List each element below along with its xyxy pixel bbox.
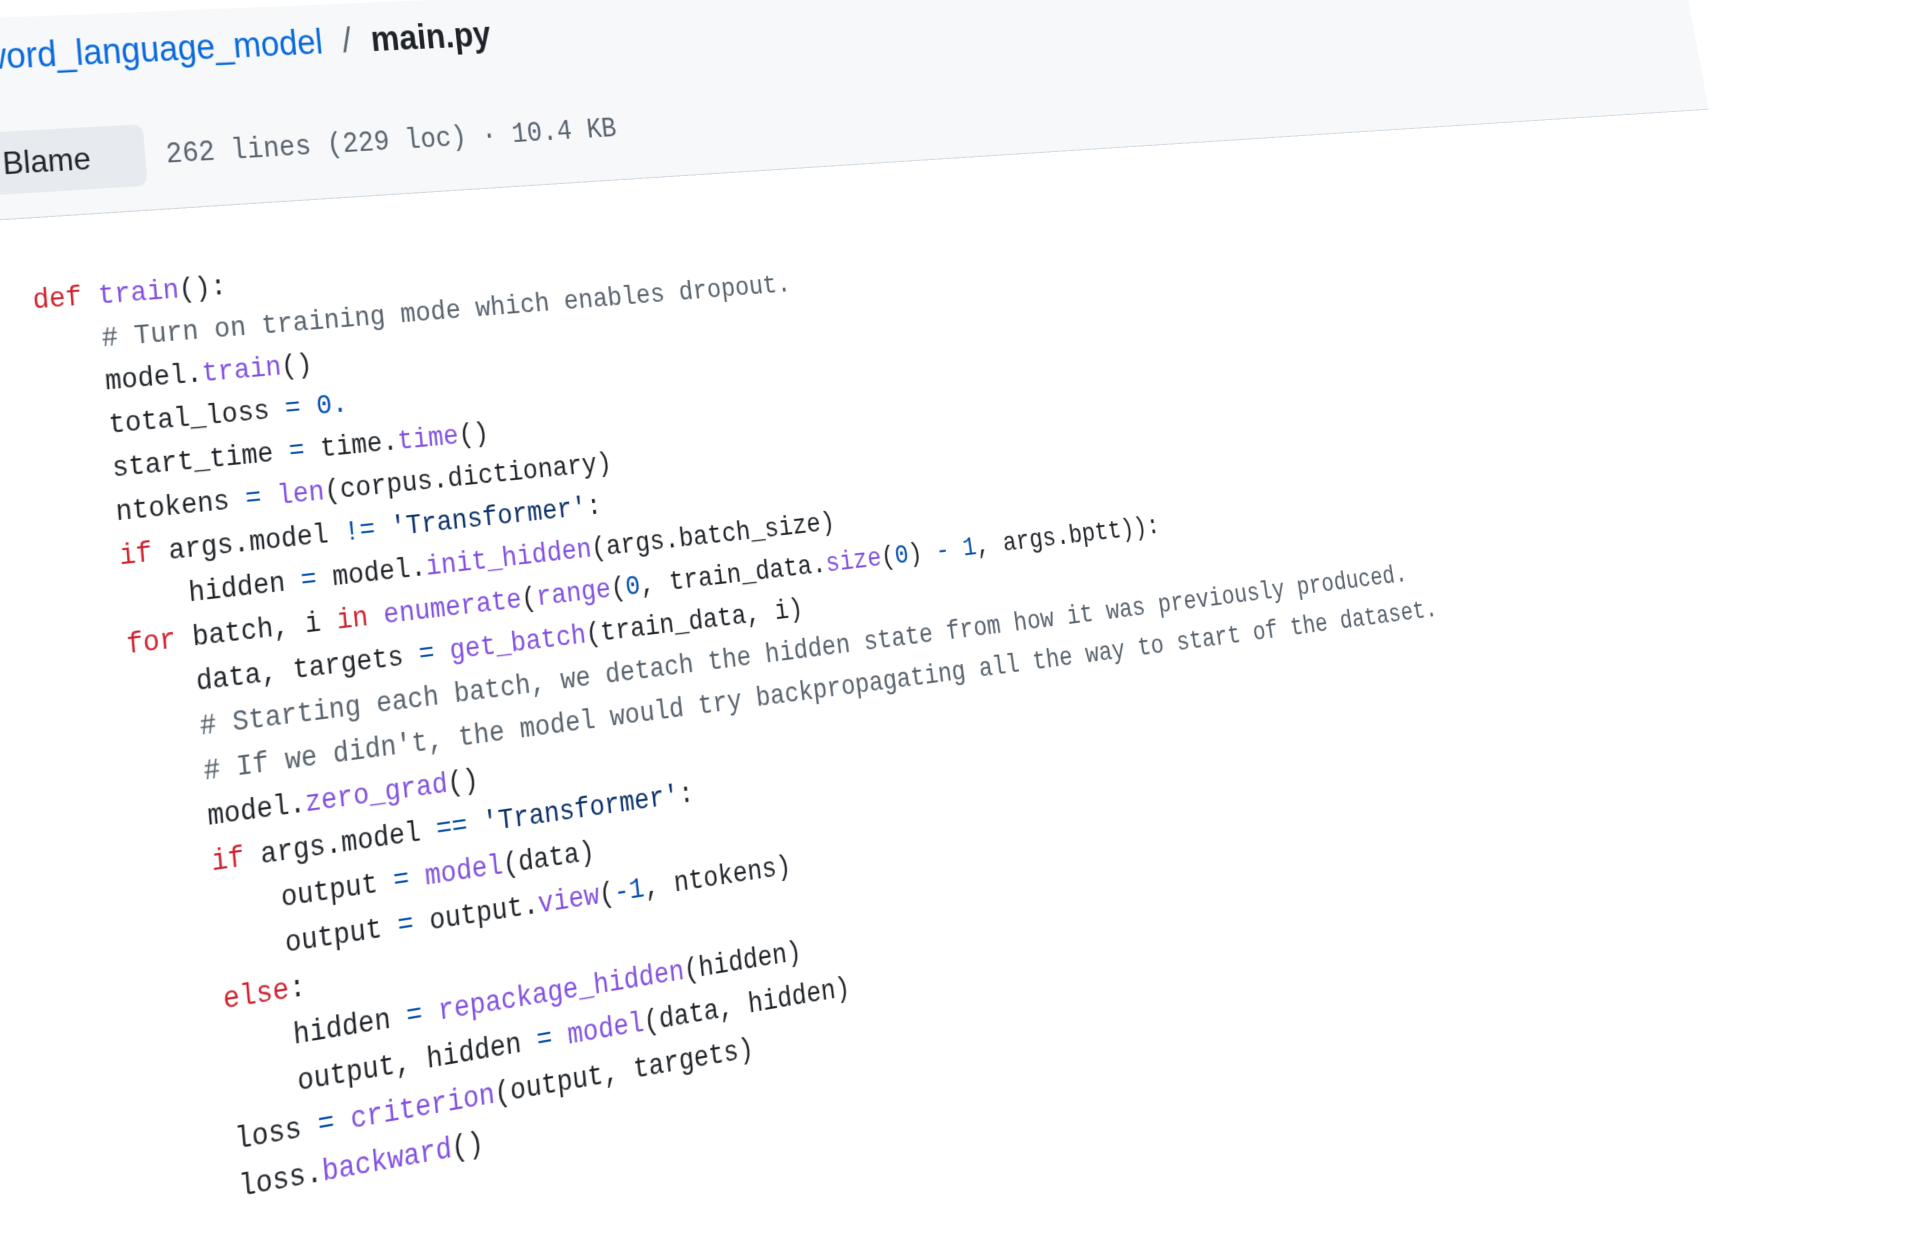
code-view-scene: / word_language_model / main.py Blame 26… — [0, 0, 1689, 1168]
code-token: model — [423, 850, 504, 894]
code-token: size — [824, 544, 883, 580]
code-token: time. — [303, 427, 399, 467]
code-token: len — [276, 477, 326, 513]
code-token: : — [585, 491, 603, 523]
code-token: != — [343, 515, 377, 550]
code-token: () — [280, 350, 314, 384]
code-token: : — [288, 971, 307, 1007]
breadcrumb: / word_language_model / main.py — [0, 15, 492, 80]
code-token: range — [535, 575, 613, 615]
code-token: : — [677, 779, 695, 813]
code-block: def train(): # Turn on training mode whi… — [31, 184, 1497, 1238]
code-token: -1 — [613, 873, 647, 910]
breadcrumb-current-file: main.py — [369, 15, 492, 59]
code-token: train — [201, 352, 283, 390]
file-meta: 262 lines (229 loc) · 10.4 KB — [165, 113, 618, 171]
code-token — [59, 630, 128, 671]
code-token: time — [396, 421, 460, 458]
code-token: for — [125, 624, 177, 663]
code-token: (): — [178, 272, 228, 307]
code-token: model — [566, 1007, 646, 1053]
code-token: def — [32, 282, 84, 317]
code-token — [52, 541, 121, 581]
code-token — [35, 324, 103, 361]
code-token: else — [222, 974, 291, 1019]
code-token: == — [435, 810, 469, 847]
code-token: () — [450, 1127, 485, 1167]
code-token: model. — [315, 552, 427, 596]
code-token: view — [537, 880, 601, 922]
code-token: () — [457, 419, 490, 453]
code-token: train — [97, 275, 180, 312]
code-token: () — [446, 764, 480, 801]
code-token: 0. — [315, 389, 349, 423]
breadcrumb-folder-link[interactable]: word_language_model — [0, 22, 324, 78]
breadcrumb-separator: / — [340, 21, 353, 61]
code-token: if — [210, 842, 246, 880]
code-token: if — [118, 538, 154, 574]
code-token: (data) — [501, 837, 596, 883]
code-token: ) — [907, 538, 938, 571]
code-token: in — [335, 602, 369, 638]
blame-button[interactable]: Blame — [0, 124, 148, 197]
